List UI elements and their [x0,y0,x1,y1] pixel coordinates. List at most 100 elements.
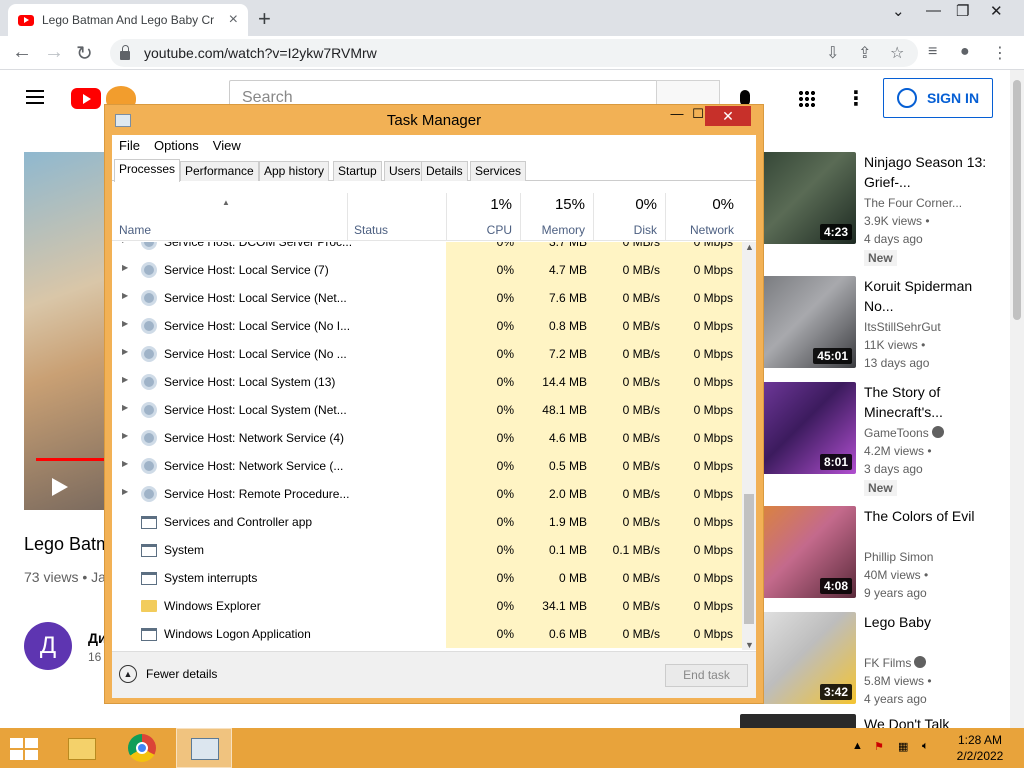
expand-chevron-icon[interactable]: ▶ [122,459,128,468]
video-progress-bar[interactable] [36,458,114,461]
page-scrollbar-thumb[interactable] [1013,80,1021,320]
recommendation-item[interactable]: 45:01 Koruit Spiderman No... ItsStillSeh… [740,276,1008,396]
column-name[interactable]: Name [112,193,347,241]
action-center-icon[interactable]: ⚑ [874,740,884,753]
recommendation-channel[interactable]: Phillip Simon [864,550,933,564]
tab-performance[interactable]: Performance [180,161,259,181]
video-player[interactable] [24,152,114,510]
recommendation-title[interactable]: We Don't Talk [864,714,1004,728]
recommendation-item[interactable]: 4:23 Ninjago Season 13: Grief-... The Fo… [740,152,1008,272]
fewer-details-icon[interactable]: ▲ [119,665,137,683]
process-row[interactable]: ▶ Service Host: Local Service (No I... 0% 0… [112,312,742,340]
end-task-button[interactable]: End task [665,664,748,687]
play-icon[interactable] [52,478,68,496]
tab-services[interactable]: Services [470,161,527,181]
back-icon[interactable]: ← [12,41,32,64]
recommendation-channel[interactable]: ItsStillSehrGut [864,320,941,334]
maximize-icon[interactable]: ☐ [691,106,705,126]
tab-users[interactable]: Users [384,161,426,181]
expand-chevron-icon[interactable]: ▶ [122,319,128,328]
recommendation-channel[interactable]: The Four Corner... [864,196,962,210]
recommendation-channel[interactable]: FK Films [864,656,927,670]
tray-overflow-icon[interactable]: ▲ [852,740,863,752]
process-row[interactable]: Services and Controller app 0% 1.9 MB 0 MB/… [112,508,742,536]
process-row[interactable]: System interrupts 0% 0 MB 0 MB/s 0 Mbps [112,564,742,592]
recommendation-title[interactable]: The Story of Minecraft's... [864,382,1004,422]
scrollbar-thumb[interactable] [744,494,754,624]
minimize-icon[interactable]: — [667,106,687,126]
recommendation-item[interactable]: We Don't Talk [740,714,1008,728]
menu-view[interactable]: View [213,135,241,157]
recommendation-item[interactable]: 8:01 The Story of Minecraft's... GameToo… [740,382,1008,502]
tab-search-icon[interactable]: ⌄ [892,2,905,20]
menu-file[interactable]: File [119,135,140,157]
process-row[interactable]: ▶ Service Host: Local System (13) 0% 14.4 M… [112,368,742,396]
page-scrollbar[interactable] [1010,70,1024,728]
process-row[interactable]: ▶ Service Host: Local System (Net... 0% 48.… [112,396,742,424]
tab-processes[interactable]: Processes [114,159,181,182]
browser-tab[interactable]: Lego Batman And Lego Baby Cr × [8,4,248,36]
address-bar[interactable]: youtube.com/watch?v=I2ykw7RVMrw [110,39,918,67]
scroll-up-icon[interactable]: ▲ [745,242,754,252]
column-memory[interactable]: 15% Memory [520,193,593,241]
recommendation-title[interactable]: Ninjago Season 13: Grief-... [864,152,1004,192]
start-button-icon[interactable] [10,738,38,760]
bookmark-star-icon[interactable]: ☆ [890,43,904,63]
hamburger-menu-icon[interactable] [26,90,44,104]
system-clock[interactable]: 1:28 AM 2/2/2022 [948,732,1012,764]
process-row[interactable]: System 0% 0.1 MB 0.1 MB/s 0 Mbps [112,536,742,564]
expand-chevron-icon[interactable]: ▶ [122,375,128,384]
expand-chevron-icon[interactable]: ▶ [122,403,128,412]
expand-chevron-icon[interactable]: ▶ [122,347,128,356]
process-row[interactable]: ▶ Service Host: DCOM Server Proc... 0% 3.7 … [112,242,742,256]
recommendation-title[interactable]: The Colors of Evil [864,506,1004,526]
minimize-icon[interactable]: — [926,2,941,19]
recommendation-item[interactable]: 4:08 The Colors of Evil Phillip Simon 40… [740,506,1008,626]
taskbar-file-explorer[interactable] [52,728,108,768]
process-row[interactable]: ▶ Service Host: Local Service (No ... 0% 7.… [112,340,742,368]
process-row[interactable]: ▶ Service Host: Remote Procedure... 0% 2.0 … [112,480,742,508]
media-control-icon[interactable]: ≡ [928,43,937,61]
process-row[interactable]: Windows Logon Application 0% 0.6 MB 0 MB/s 0… [112,620,742,648]
process-row[interactable]: Windows Explorer 0% 34.1 MB 0 MB/s 0 Mbps [112,592,742,620]
lock-icon[interactable] [120,45,130,60]
apps-grid-icon[interactable] [798,90,816,108]
process-row[interactable]: ▶ Service Host: Network Service (... 0% 0.5… [112,452,742,480]
taskbar-task-manager[interactable] [176,728,232,768]
tab-startup[interactable]: Startup [333,161,382,181]
new-tab-icon[interactable]: + [258,6,271,32]
task-manager-titlebar[interactable]: Task Manager — ☐ ✕ [105,105,763,135]
expand-chevron-icon[interactable]: ▶ [122,431,128,440]
scroll-down-icon[interactable]: ▼ [745,640,754,650]
more-options-icon[interactable]: ⋮ [846,86,866,111]
video-thumbnail[interactable] [740,714,856,728]
sign-in-button[interactable]: SIGN IN [883,78,993,118]
restore-icon[interactable]: ❐ [956,2,969,20]
tab-details[interactable]: Details [421,161,468,181]
share-icon[interactable]: ⇪ [858,43,871,63]
recommendation-channel[interactable]: GameToons [864,426,944,440]
expand-chevron-icon[interactable]: ▶ [122,263,128,272]
fewer-details-link[interactable]: Fewer details [146,667,217,681]
recommendation-title[interactable]: Koruit Spiderman No... [864,276,1004,316]
process-row[interactable]: ▶ Service Host: Local Service (Net... 0% 7.… [112,284,742,312]
profile-icon[interactable]: ● [960,43,970,61]
process-list-scrollbar[interactable]: ▲ ▼ [742,242,756,650]
close-icon[interactable]: ✕ [705,106,751,126]
process-row[interactable]: ▶ Service Host: Network Service (4) 0% 4.6 … [112,424,742,452]
menu-options[interactable]: Options [154,135,199,157]
reload-icon[interactable]: ↻ [76,41,93,66]
column-network[interactable]: 0% Network [665,193,742,241]
column-cpu[interactable]: 1% CPU [446,193,520,241]
channel-avatar[interactable]: Д [24,622,72,670]
tab-close-icon[interactable]: × [229,11,238,29]
tab-app-history[interactable]: App history [259,161,330,181]
forward-icon[interactable]: → [44,41,64,64]
taskbar-chrome[interactable] [114,728,170,768]
close-window-icon[interactable]: ✕ [990,2,1003,20]
chrome-menu-icon[interactable]: ⋮ [992,43,1008,63]
expand-chevron-icon[interactable]: ▶ [122,487,128,496]
volume-icon[interactable]: 🔈︎ [922,740,929,753]
column-status[interactable]: Status [347,193,446,241]
expand-chevron-icon[interactable]: ▶ [122,291,128,300]
